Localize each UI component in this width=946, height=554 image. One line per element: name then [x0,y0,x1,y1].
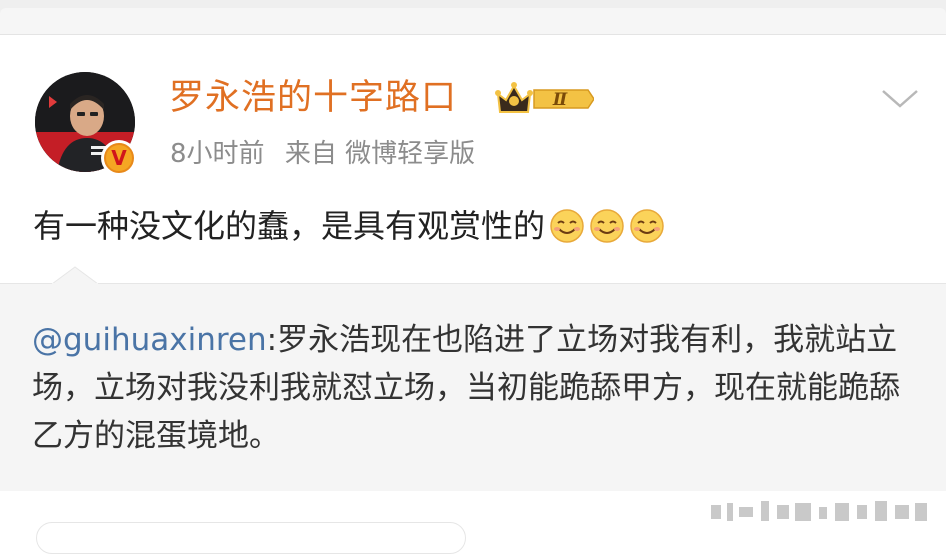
vip-level: Ⅱ [552,90,568,110]
smile-emoji-icon [630,209,664,243]
repost-mention[interactable]: @guihuaxinren [32,322,267,358]
post-time: 8小时前 [170,139,265,169]
watermark-icon [711,501,927,521]
repost-text: @guihuaxinren:罗永浩现在也陷进了立场对我有利，我就站立场，立场对我… [32,316,927,460]
smile-emoji-icon [550,209,584,243]
verified-mark: V [104,143,134,173]
top-bar [0,0,946,35]
top-bar-inner [0,8,946,34]
chevron-down-icon[interactable] [880,84,920,112]
crown-icon[interactable]: Ⅱ [494,80,594,118]
post-source[interactable]: 来自 微博轻享版 [285,139,475,169]
repost-notch [52,266,98,285]
post-text: 有一种没文化的蠢，是具有观赏性的 [33,202,665,250]
post-text-content: 有一种没文化的蠢，是具有观赏性的 [33,207,546,245]
post-meta: 8小时前 来自 微博轻享版 [170,136,487,172]
comment-pill[interactable] [36,522,466,554]
verified-icon: V [101,140,137,176]
smile-emoji-icon [590,209,624,243]
username[interactable]: 罗永浩的十字路口 [169,76,457,120]
